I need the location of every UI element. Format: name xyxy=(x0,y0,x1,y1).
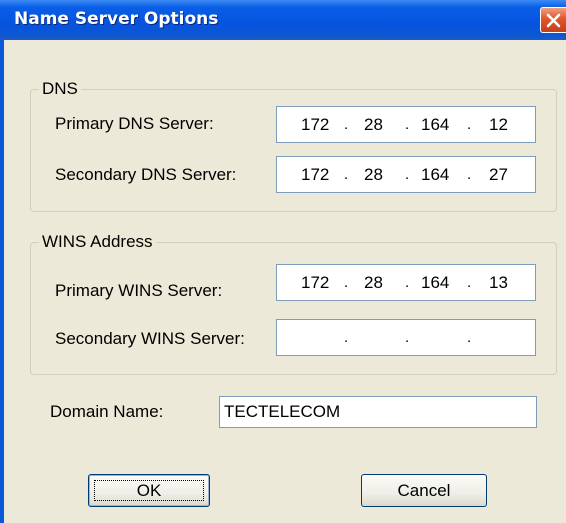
primary-wins-field[interactable]: 172 . 28 . 164 . 13 xyxy=(276,264,536,301)
primary-wins-label: Primary WINS Server: xyxy=(55,281,223,300)
domain-name-input[interactable]: TECTELECOM xyxy=(219,396,537,428)
domain-name-label: Domain Name: xyxy=(50,402,164,421)
domain-name-value: TECTELECOM xyxy=(224,402,341,421)
ip-dot: . xyxy=(405,166,410,183)
ip-dot: . xyxy=(467,116,472,133)
secondary-wins-field[interactable]: . . . xyxy=(276,319,536,356)
dns-group-legend: DNS xyxy=(39,79,81,99)
ip-octet-3: 164 xyxy=(421,165,450,184)
ip-octet-1: 172 xyxy=(301,165,330,184)
ip-dot: . xyxy=(344,329,349,346)
ip-dot: . xyxy=(344,274,349,291)
ip-dot: . xyxy=(405,329,410,346)
ip-dot: . xyxy=(467,274,472,291)
ok-button[interactable]: OK xyxy=(88,474,210,507)
ip-dot: . xyxy=(405,116,410,133)
ip-octet-4: 12 xyxy=(489,115,508,134)
wins-group-legend: WINS Address xyxy=(39,232,156,252)
ip-octet-2: 28 xyxy=(364,165,383,184)
secondary-wins-label: Secondary WINS Server: xyxy=(55,329,245,348)
cancel-button[interactable]: Cancel xyxy=(361,474,487,507)
ip-dot: . xyxy=(344,116,349,133)
ip-dot: . xyxy=(405,274,410,291)
secondary-dns-label: Secondary DNS Server: xyxy=(55,165,237,184)
ip-dot: . xyxy=(467,329,472,346)
ip-octet-4: 27 xyxy=(489,165,508,184)
ip-octet-1: 172 xyxy=(301,273,330,292)
ip-octet-3: 164 xyxy=(421,115,450,134)
ip-octet-2: 28 xyxy=(364,115,383,134)
window-border xyxy=(0,40,4,523)
title-bar[interactable]: Name Server Options xyxy=(0,0,566,40)
primary-dns-label: Primary DNS Server: xyxy=(55,114,214,133)
cancel-button-label: Cancel xyxy=(397,481,451,500)
ip-octet-1: 172 xyxy=(301,115,330,134)
ip-dot: . xyxy=(467,166,472,183)
ip-octet-4: 13 xyxy=(489,273,508,292)
ip-octet-3: 164 xyxy=(421,273,450,292)
secondary-dns-field[interactable]: 172 . 28 . 164 . 27 xyxy=(276,156,536,193)
ip-dot: . xyxy=(344,166,349,183)
primary-dns-field[interactable]: 172 . 28 . 164 . 12 xyxy=(276,106,536,143)
close-icon xyxy=(546,13,561,28)
ip-octet-2: 28 xyxy=(364,273,383,292)
focus-rectangle xyxy=(94,480,204,501)
window-title: Name Server Options xyxy=(14,9,219,29)
close-button[interactable] xyxy=(540,7,566,33)
